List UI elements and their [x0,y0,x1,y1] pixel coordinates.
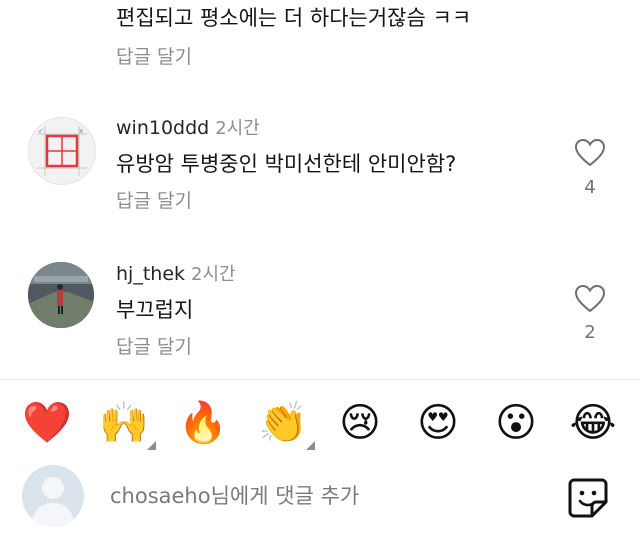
heart-outline-icon [574,284,606,313]
sticker-button[interactable] [566,476,610,520]
red-heart-emoji[interactable]: ❤️ [21,392,73,454]
heart-outline-icon [574,138,606,167]
avatar[interactable] [28,262,94,328]
composer-avatar [22,465,84,527]
comment-time: 2시간 [215,118,260,139]
clapping-hands-emoji[interactable]: 👏 [257,392,315,454]
comment-username[interactable]: hj_thek 2시간 [116,260,236,286]
comment-text: 유방암 투병중인 박미선한테 안미안함? [116,152,457,176]
comment-username[interactable]: win10ddd 2시간 [116,114,260,140]
default-user-icon [22,465,84,527]
svg-text:✓: ✓ [38,127,44,135]
surprised-face-emoji[interactable]: 😮 [490,392,542,454]
username-text[interactable]: hj_thek [116,263,185,285]
reply-button[interactable]: 답글 달기 [116,42,192,69]
divider [0,379,640,380]
avatar[interactable]: x ✓ [28,117,96,185]
reply-button[interactable]: 답글 달기 [116,332,192,359]
svg-text:x: x [79,127,83,135]
like-count: 4 [584,177,596,198]
comment-input[interactable]: chosaeho님에게 댓글 추가 [110,480,359,510]
reply-button[interactable]: 답글 달기 [116,186,192,213]
like-button[interactable] [572,138,608,172]
like-count: 2 [584,322,596,343]
variant-indicator-icon [147,441,156,450]
fire-emoji[interactable]: 🔥 [177,392,229,454]
comment-text: 부끄럽지 [116,298,194,322]
crying-face-emoji[interactable]: 😢 [334,392,386,454]
comment-text: 편집되고 평소에는 더 하다는거잖슴 ㅋㅋ [116,6,472,30]
raising-hands-emoji[interactable]: 🙌 [98,392,156,454]
tears-of-joy-emoji[interactable]: 😂 [567,392,619,454]
comment-time: 2시간 [191,264,236,285]
photo-avatar [28,262,94,328]
emoji-reaction-bar: ❤️ 🙌 🔥 👏 😢 😍 😮 😂 [0,392,640,454]
like-button[interactable] [572,284,608,318]
window-grid-icon: x ✓ [37,126,87,176]
heart-eyes-emoji[interactable]: 😍 [412,392,464,454]
variant-indicator-icon [306,441,315,450]
username-text[interactable]: win10ddd [116,117,209,139]
sticker-icon [568,478,608,518]
